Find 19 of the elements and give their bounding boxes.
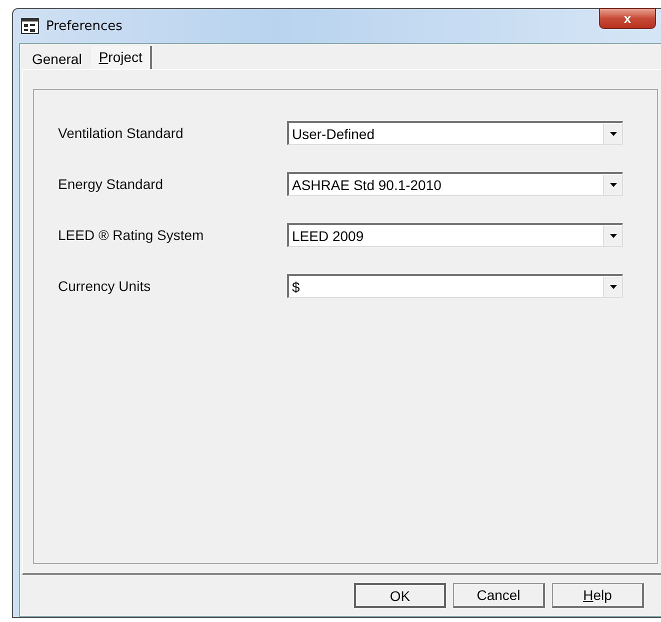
dropdown[interactable]: User-Defined: [287, 121, 623, 145]
dropdown-arrow-icon: [610, 284, 616, 288]
field-label: Ventilation Standard: [58, 125, 184, 141]
field-label: Currency Units: [58, 278, 152, 294]
dropdown[interactable]: ASHRAE Std 90.1-2010: [287, 172, 623, 196]
dialog-button[interactable]: Help: [552, 583, 644, 608]
dropdown[interactable]: $: [287, 274, 623, 298]
window-title: Preferences: [46, 18, 122, 34]
field-label: LEED ® Rating System: [58, 227, 205, 243]
close-button[interactable]: x: [599, 8, 656, 29]
dialog-button[interactable]: OK: [354, 583, 446, 608]
dialog-button[interactable]: Cancel: [453, 583, 545, 608]
tab[interactable]: Project: [90, 46, 152, 69]
dropdown-arrow-icon: [610, 132, 616, 136]
dropdown-arrow-icon: [610, 234, 616, 238]
dropdown-arrow-icon: [610, 182, 616, 186]
dropdown[interactable]: LEED 2009: [287, 223, 623, 247]
field-label: Energy Standard: [58, 176, 164, 192]
app-icon: [21, 18, 39, 34]
